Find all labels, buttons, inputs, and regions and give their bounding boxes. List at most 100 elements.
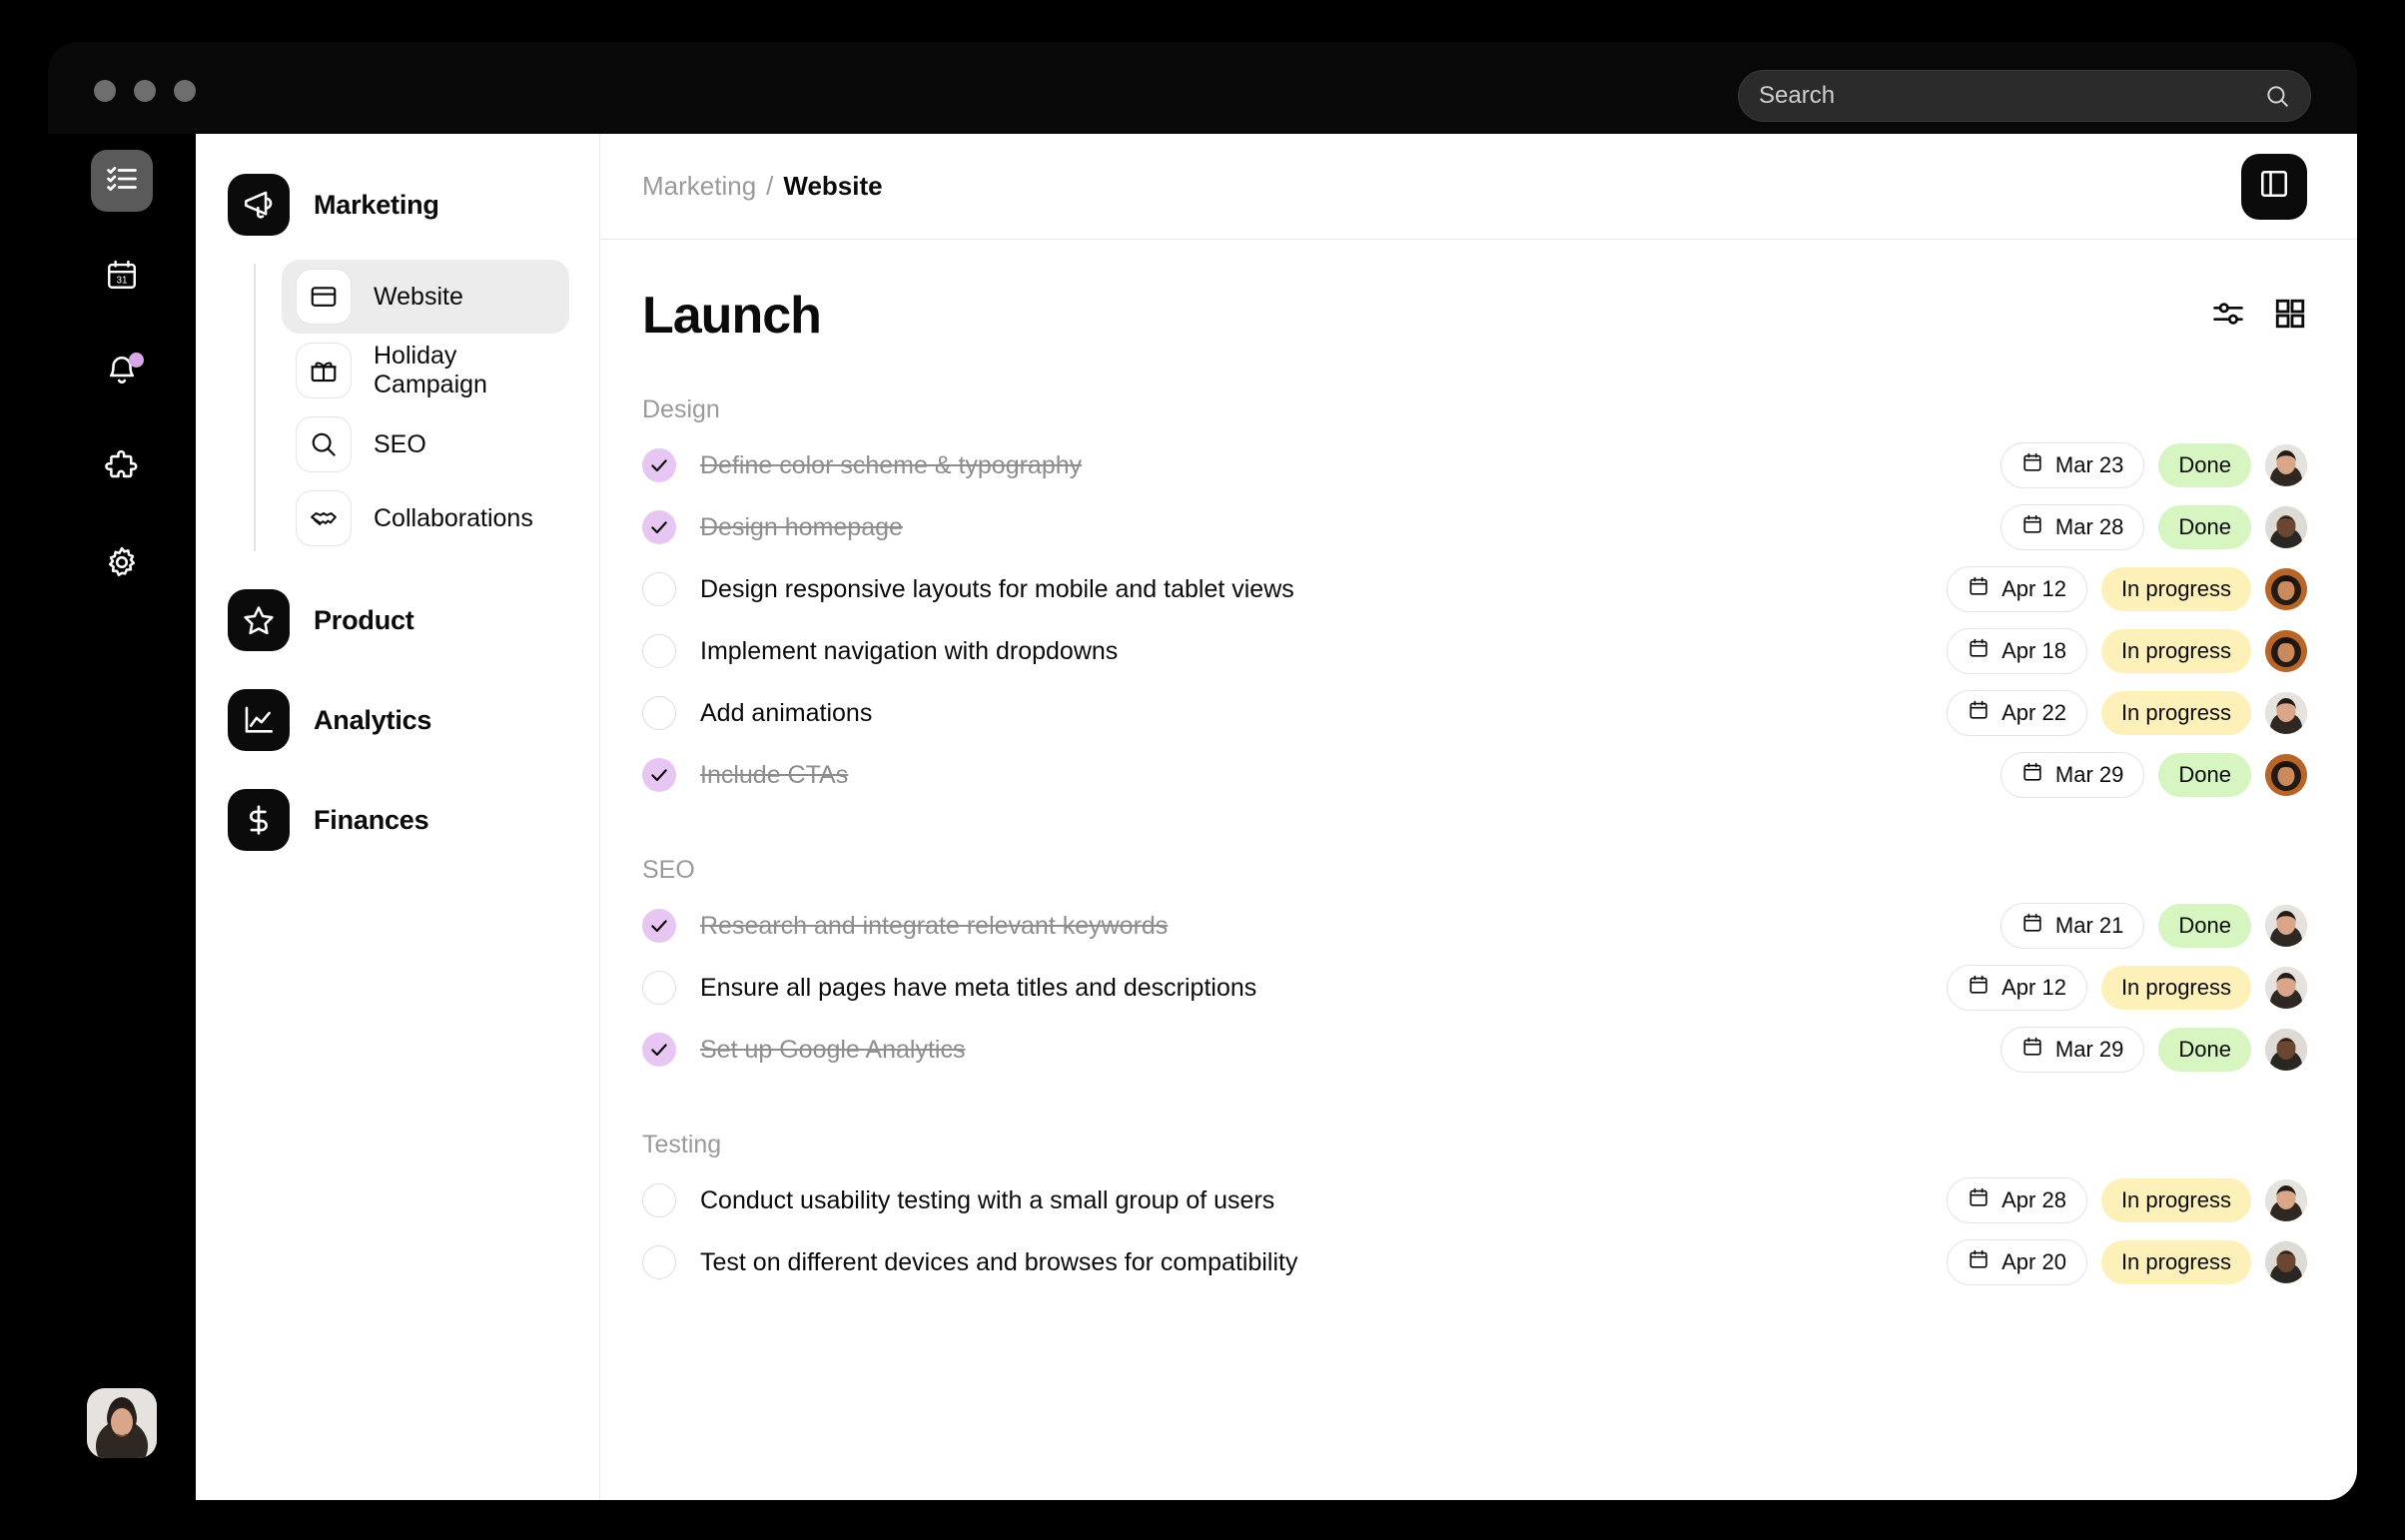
sidebar-item-collaborations[interactable]: Collaborations [282, 481, 569, 555]
assignee-avatar[interactable] [2265, 905, 2307, 947]
calendar-icon [1968, 974, 1990, 1002]
task-checkbox[interactable] [642, 572, 676, 606]
task-row[interactable]: Set up Google Analytics Mar 29 Done [642, 1019, 2307, 1081]
task-due-date[interactable]: Apr 22 [1947, 690, 2087, 736]
assignee-avatar[interactable] [2265, 630, 2307, 672]
line-chart-icon [228, 689, 290, 751]
status-badge[interactable]: In progress [2100, 966, 2251, 1010]
title-bar [48, 42, 2357, 134]
task-meta: Mar 21 Done [2000, 903, 2307, 949]
maximize-window-button[interactable] [174, 80, 196, 102]
svg-text:31: 31 [116, 275, 128, 286]
status-badge[interactable]: Done [2158, 443, 2251, 487]
rail-item-integrations[interactable] [91, 437, 153, 499]
task-due-date[interactable]: Apr 12 [1947, 566, 2087, 612]
task-row[interactable]: Design responsive layouts for mobile and… [642, 558, 2307, 620]
task-due-date[interactable]: Mar 21 [2000, 903, 2145, 949]
calendar-icon [1968, 1186, 1990, 1214]
task-due-date[interactable]: Mar 29 [2000, 752, 2145, 798]
due-date-text: Mar 21 [2054, 913, 2124, 938]
status-badge[interactable]: Done [2158, 505, 2251, 549]
status-badge[interactable]: In progress [2100, 629, 2251, 673]
assignee-avatar[interactable] [2265, 967, 2307, 1009]
search-icon [2264, 83, 2290, 109]
rail-item-calendar[interactable]: 31 [91, 246, 153, 308]
task-row[interactable]: Ensure all pages have meta titles and de… [642, 957, 2307, 1019]
task-due-date[interactable]: Mar 23 [2000, 442, 2145, 488]
task-row[interactable]: Implement navigation with dropdowns Apr … [642, 620, 2307, 682]
task-meta: Apr 28 In progress [1947, 1177, 2307, 1223]
sidebar-project-product[interactable]: Product [228, 583, 569, 657]
status-badge[interactable]: Done [2158, 753, 2251, 797]
sidebar-item-holiday-campaign[interactable]: Holiday Campaign [282, 334, 569, 407]
task-checkbox[interactable] [642, 696, 676, 730]
status-badge[interactable]: In progress [2100, 691, 2251, 735]
calendar-icon [2021, 912, 2043, 940]
task-checkbox[interactable] [642, 634, 676, 668]
status-badge[interactable]: In progress [2100, 567, 2251, 611]
traffic-lights[interactable] [94, 80, 196, 102]
assignee-avatar[interactable] [2265, 692, 2307, 734]
task-checkbox[interactable] [642, 971, 676, 1005]
assignee-avatar[interactable] [2265, 1241, 2307, 1283]
assignee-avatar[interactable] [2265, 444, 2307, 486]
task-checkbox[interactable] [642, 448, 676, 482]
task-checkbox[interactable] [642, 510, 676, 544]
task-due-date[interactable]: Apr 20 [1947, 1239, 2087, 1285]
task-title: Include CTAs [700, 760, 849, 789]
puzzle-icon [105, 449, 139, 488]
sidebar-item-website[interactable]: Website [282, 260, 569, 334]
task-row[interactable]: Test on different devices and browses fo… [642, 1231, 2307, 1293]
task-due-date[interactable]: Mar 28 [2000, 504, 2145, 550]
task-title: Implement navigation with dropdowns [700, 636, 1119, 665]
sidebar-toggle-button[interactable] [2241, 153, 2307, 220]
task-meta: Mar 29 Done [2000, 1027, 2307, 1073]
search-input[interactable] [1759, 82, 2264, 110]
title-actions [2211, 297, 2307, 336]
grid-view-icon[interactable] [2273, 297, 2307, 336]
calendar-icon [1968, 699, 1990, 727]
assignee-avatar[interactable] [2265, 1179, 2307, 1221]
current-user-avatar[interactable] [87, 1388, 157, 1458]
filter-sliders-icon[interactable] [2211, 297, 2245, 336]
task-checkbox[interactable] [642, 909, 676, 943]
gear-icon [105, 545, 139, 584]
sidebar-item-label: Website [374, 282, 463, 311]
rail-item-tasks[interactable] [91, 150, 153, 212]
search-bar[interactable] [1738, 70, 2311, 122]
task-row[interactable]: Conduct usability testing with a small g… [642, 1169, 2307, 1231]
task-row[interactable]: Include CTAs Mar 29 Done [642, 744, 2307, 806]
status-badge[interactable]: In progress [2100, 1178, 2251, 1222]
task-checkbox[interactable] [642, 1183, 676, 1217]
task-row[interactable]: Design homepage Mar 28 Done [642, 496, 2307, 558]
task-checkbox[interactable] [642, 1033, 676, 1067]
task-due-date[interactable]: Apr 18 [1947, 628, 2087, 674]
task-title: Test on different devices and browses fo… [700, 1247, 1298, 1276]
task-checkbox[interactable] [642, 1245, 676, 1279]
task-row[interactable]: Define color scheme & typography Mar 23 … [642, 434, 2307, 496]
breadcrumb-parent[interactable]: Marketing [642, 171, 756, 202]
assignee-avatar[interactable] [2265, 1029, 2307, 1071]
calendar-icon [1968, 637, 1990, 665]
sidebar-item-seo[interactable]: SEO [282, 407, 569, 481]
status-badge[interactable]: In progress [2100, 1240, 2251, 1284]
sidebar-project-marketing[interactable]: Marketing [228, 168, 569, 242]
task-meta: Apr 12 In progress [1947, 566, 2307, 612]
assignee-avatar[interactable] [2265, 568, 2307, 610]
minimize-window-button[interactable] [134, 80, 156, 102]
status-badge[interactable]: Done [2158, 904, 2251, 948]
sidebar-project-finances[interactable]: Finances [228, 783, 569, 857]
rail-item-settings[interactable] [91, 533, 153, 595]
task-due-date[interactable]: Mar 29 [2000, 1027, 2145, 1073]
task-checkbox[interactable] [642, 758, 676, 792]
task-row[interactable]: Research and integrate relevant keywords… [642, 895, 2307, 957]
task-due-date[interactable]: Apr 12 [1947, 965, 2087, 1011]
task-row[interactable]: Add animations Apr 22 In progress [642, 682, 2307, 744]
status-badge[interactable]: Done [2158, 1028, 2251, 1072]
assignee-avatar[interactable] [2265, 506, 2307, 548]
assignee-avatar[interactable] [2265, 754, 2307, 796]
rail-item-notifications[interactable] [91, 342, 153, 403]
task-due-date[interactable]: Apr 28 [1947, 1177, 2087, 1223]
sidebar-project-analytics[interactable]: Analytics [228, 683, 569, 757]
close-window-button[interactable] [94, 80, 116, 102]
